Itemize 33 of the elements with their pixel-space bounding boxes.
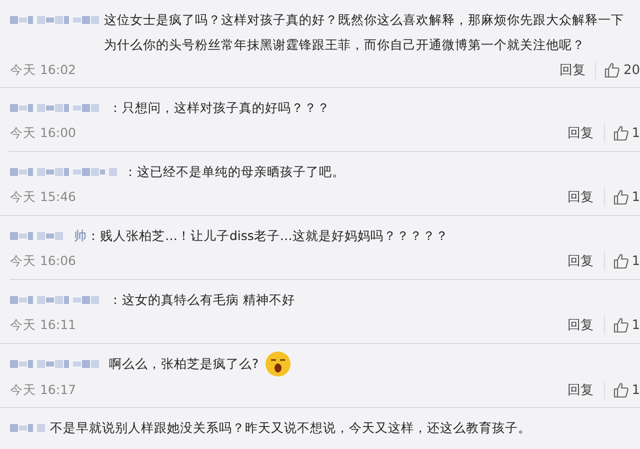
username[interactable]: 帅 bbox=[74, 223, 87, 248]
like-count: 1 bbox=[632, 190, 640, 204]
reply-button[interactable]: 回复 bbox=[568, 124, 605, 142]
thumbs-up-icon[interactable] bbox=[612, 125, 629, 141]
comment-time: 今天 15:46 bbox=[10, 188, 77, 206]
comment-time: 今天 16:06 bbox=[10, 252, 77, 270]
like-count: 1 bbox=[632, 254, 640, 268]
reply-button[interactable]: 回复 bbox=[568, 316, 605, 334]
reply-button[interactable]: 回复 bbox=[559, 61, 596, 79]
comment-text: 不是早就说别人样跟她没关系吗？昨天又说不想说，今天又这样，还这么教育孩子。 bbox=[50, 419, 531, 437]
comment-text: ：贱人张柏芝…！让儿子diss老子…这就是好妈妈吗？？？？？ bbox=[87, 227, 448, 245]
comment-time: 今天 16:17 bbox=[10, 382, 77, 398]
thumbs-up-icon[interactable] bbox=[612, 189, 629, 205]
reply-button[interactable]: 回复 bbox=[568, 381, 605, 399]
comment-text: ：这女的真特么有毛病 精神不好 bbox=[109, 291, 295, 309]
like-count: 20 bbox=[623, 62, 640, 78]
comment-text: ：这已经不是单纯的母亲晒孩子了吧。 bbox=[124, 163, 345, 181]
like-count: 1 bbox=[632, 126, 640, 140]
like-count: 1 bbox=[632, 382, 640, 398]
comment-time: 今天 16:02 bbox=[10, 62, 77, 78]
thumbs-up-icon[interactable] bbox=[612, 382, 629, 398]
thumbs-up-icon[interactable] bbox=[612, 317, 629, 333]
pixelated-name-drawing bbox=[10, 423, 46, 433]
comment-time: 今天 16:00 bbox=[10, 124, 77, 142]
reply-button[interactable]: 回复 bbox=[568, 188, 605, 206]
reply-button[interactable]: 回复 bbox=[568, 252, 605, 270]
thumbs-up-icon[interactable] bbox=[604, 62, 620, 78]
like-count: 1 bbox=[632, 318, 640, 332]
thumbs-up-icon[interactable] bbox=[612, 253, 629, 269]
comment-time: 今天 16:11 bbox=[10, 316, 77, 334]
comment-text: 这位女士是疯了吗？这样对孩子真的好？既然你这么喜欢解释，那麻烦你先跟大众解释一下为什么你的头号粉丝常年抹黑谢霆锋跟王菲，而你自己开通微博第一个就关注他呢？ bbox=[104, 11, 625, 54]
comment-text: ：只想问，这样对孩子真的好吗？？？ bbox=[109, 99, 330, 117]
comment-text: 啊么么，张柏芝是疯了么? bbox=[109, 355, 259, 373]
